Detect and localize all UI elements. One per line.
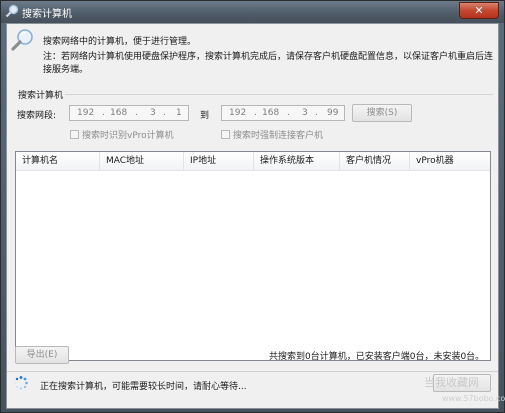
start-ip-octet-2[interactable]: 168 (110, 108, 127, 118)
column-header-vpro[interactable]: vPro机器 (410, 152, 490, 170)
segment-label: 搜索网段: (17, 111, 57, 121)
search-button[interactable]: 搜索(S) (352, 104, 412, 122)
watermark-url: www.57bobo.com (442, 394, 505, 403)
end-ip-octet-2[interactable]: 168 (262, 108, 279, 118)
dialog-body: 搜索网络中的计算机，便于进行管理。 注：若网络内计算机使用硬盘保护程序，搜索计算… (6, 23, 505, 409)
end-ip-octet-1[interactable]: 192 (229, 108, 246, 118)
column-header-os-version[interactable]: 操作系统版本 (254, 152, 340, 170)
end-ip-field[interactable]: 192 . 168 . 3 . 99 (221, 105, 345, 121)
intro-text: 搜索网络中的计算机，便于进行管理。 (43, 37, 197, 47)
ip-dot: . (287, 108, 290, 118)
ip-dot: . (315, 108, 318, 118)
status-text: 正在搜索计算机，可能需要较长时间，请耐心等待... (40, 382, 247, 392)
window-title: 搜索计算机 (22, 9, 72, 20)
magnifier-icon (11, 29, 33, 51)
summary-text: 共搜索到0台计算机，已安装客户端0台，未安装0台。 (269, 352, 485, 362)
end-ip-octet-4[interactable]: 99 (327, 108, 338, 118)
close-button[interactable]: ✕ (459, 2, 499, 19)
start-ip-octet-3[interactable]: 3 (150, 108, 156, 118)
search-group-title: 搜索计算机 (18, 91, 64, 101)
column-header-ip[interactable]: IP地址 (184, 152, 254, 170)
loading-spinner-icon (14, 376, 28, 390)
group-divider (65, 94, 493, 95)
force-connect-checkbox[interactable] (221, 130, 230, 139)
start-ip-octet-1[interactable]: 192 (77, 108, 94, 118)
start-ip-octet-4[interactable]: 1 (176, 108, 182, 118)
title-bar[interactable]: 搜索计算机 ✕ (1, 1, 504, 23)
column-header-client-status[interactable]: 客户机情况 (340, 152, 410, 170)
export-button[interactable]: 导出(E) (15, 346, 69, 364)
start-ip-field[interactable]: 192 . 168 . 3 . 1 (69, 105, 189, 121)
force-connect-checkbox-label[interactable]: 搜索时强制连接客户机 (233, 128, 323, 141)
end-ip-octet-3[interactable]: 3 (302, 108, 308, 118)
to-label: 到 (200, 111, 210, 121)
ip-dot: . (163, 108, 166, 118)
vpro-checkbox[interactable] (70, 130, 79, 139)
computer-table[interactable]: 计算机名 MAC地址 IP地址 操作系统版本 客户机情况 vPro机器 (15, 151, 491, 361)
footer-divider (7, 371, 498, 372)
note-text: 注：若网络内计算机使用硬盘保护程序，搜索计算机完成后，请保存客户机硬盘配置信息，… (43, 52, 494, 75)
ip-dot: . (102, 108, 105, 118)
column-header-computer-name[interactable]: 计算机名 (16, 152, 100, 170)
ip-dot: . (135, 108, 138, 118)
search-icon (5, 4, 19, 18)
column-header-mac[interactable]: MAC地址 (100, 152, 184, 170)
window-frame: 搜索计算机 ✕ 搜索网络中的计算机，便于进行管理。 注：若网络内计算机使用硬盘保… (0, 0, 505, 413)
table-header: 计算机名 MAC地址 IP地址 操作系统版本 客户机情况 vPro机器 (16, 152, 490, 171)
ip-dot: . (254, 108, 257, 118)
vpro-checkbox-label[interactable]: 搜索时识别vPro计算机 (82, 128, 174, 141)
watermark: 当我收藏网 (424, 376, 479, 389)
